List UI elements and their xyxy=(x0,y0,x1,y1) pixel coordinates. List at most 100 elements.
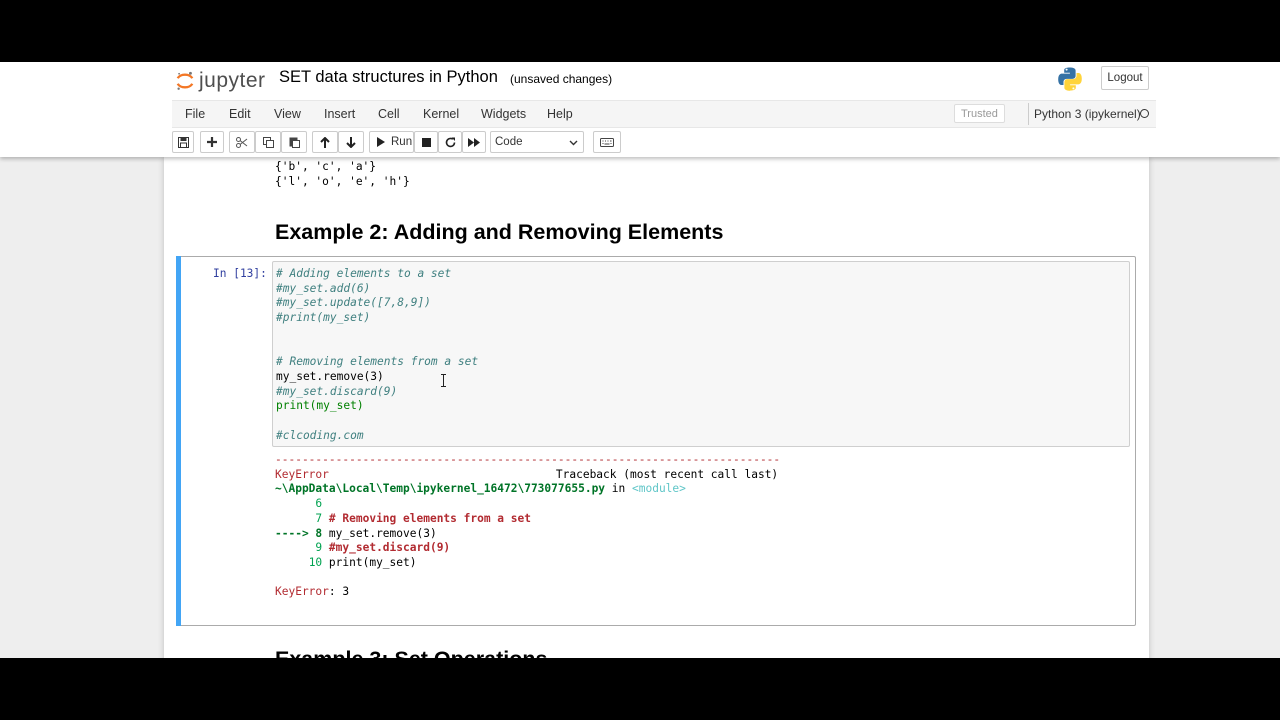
traceback-line-number: 7 xyxy=(315,511,323,525)
traceback-line: ----> 8 my_set.remove(3) xyxy=(275,527,780,542)
cut-button[interactable] xyxy=(229,131,255,153)
interrupt-button[interactable] xyxy=(414,131,438,153)
menu-kernel[interactable]: Kernel xyxy=(423,107,459,121)
cell-type-value: Code xyxy=(495,136,523,148)
copy-icon xyxy=(262,136,274,148)
notebook-title[interactable]: SET data structures in Python xyxy=(279,68,498,87)
previous-cell-output: {'b', 'c', 'a'} {'l', 'o', 'e', 'h'} xyxy=(275,160,410,189)
menu-widgets[interactable]: Widgets xyxy=(481,107,526,121)
text-cursor-icon xyxy=(441,374,446,387)
code-cell[interactable]: In [13]: # Adding elements to a set #my_s… xyxy=(176,256,1136,626)
save-status: (unsaved changes) xyxy=(510,72,613,86)
run-button[interactable]: Run xyxy=(369,131,414,153)
code-line: #print(my_set) xyxy=(276,311,371,325)
traceback-in: in xyxy=(605,482,632,496)
menu-cell[interactable]: Cell xyxy=(378,107,400,121)
plus-icon xyxy=(207,137,217,147)
kernel-idle-indicator-icon xyxy=(1140,109,1149,118)
output-line: {'l', 'o', 'e', 'h'} xyxy=(275,174,410,188)
run-label: Run xyxy=(391,136,413,148)
move-down-button[interactable] xyxy=(338,131,364,153)
traceback-separator: ----------------------------------------… xyxy=(275,453,781,466)
code-line: #clcoding.com xyxy=(276,428,364,442)
play-icon xyxy=(377,137,385,147)
arrow-down-icon xyxy=(346,136,356,148)
logout-button[interactable]: Logout xyxy=(1101,66,1149,90)
kernel-name[interactable]: Python 3 (ipykernel) xyxy=(1028,103,1141,125)
final-error-message: : 3 xyxy=(328,585,350,599)
menu-insert[interactable]: Insert xyxy=(324,107,355,121)
notebook-container: {'b', 'c', 'a'} {'l', 'o', 'e', 'h'} Exam… xyxy=(164,157,1149,658)
jupyter-wordmark: jupyter xyxy=(199,69,266,92)
code-line: # Removing elements from a set xyxy=(276,355,479,369)
save-button[interactable] xyxy=(172,131,194,153)
code-text[interactable]: # Adding elements to a set #my_set.add(6)… xyxy=(276,267,478,443)
notebook-header: jupyter SET data structures in Python (u… xyxy=(0,62,1280,157)
traceback-code: print(my_set) xyxy=(328,555,417,569)
traceback-line-number: 10 xyxy=(308,555,323,569)
traceback-arrow: ----> xyxy=(275,526,316,540)
traceback-line: 9 #my_set.discard(9) xyxy=(275,541,780,556)
traceback-line-number: 9 xyxy=(315,541,323,555)
traceback-arrow xyxy=(275,556,309,569)
traceback-line-number: 8 xyxy=(315,526,323,540)
jupyter-logo-icon xyxy=(176,71,194,90)
markdown-heading-next[interactable]: Example 3: Set Operations xyxy=(275,647,547,658)
selected-cell-indicator xyxy=(176,256,181,626)
save-icon xyxy=(177,136,189,148)
trusted-indicator[interactable]: Trusted xyxy=(954,104,1005,123)
menu-view[interactable]: View xyxy=(274,107,301,121)
code-line: #my_set.update([7,8,9]) xyxy=(276,296,431,310)
error-message-line: KeyError: 3 xyxy=(275,585,780,600)
traceback-line: 10 print(my_set) xyxy=(275,556,780,571)
code-line: # Adding elements to a set xyxy=(276,267,452,280)
code-line: #my_set.discard(9) xyxy=(276,384,398,398)
insert-cell-button[interactable] xyxy=(200,131,224,153)
jupyter-logo[interactable]: jupyter xyxy=(175,66,266,96)
traceback-arrow xyxy=(275,541,315,554)
traceback-line: 7 # Removing elements from a set xyxy=(275,512,780,527)
python-logo-icon xyxy=(1058,67,1082,91)
traceback-file-path: ~\AppData\Local\Temp\ipykernel_16472\773… xyxy=(275,482,606,496)
command-palette-button[interactable] xyxy=(593,131,621,153)
traceback-line: 6 xyxy=(275,497,780,512)
code-editor[interactable]: # Adding elements to a set #my_set.add(6)… xyxy=(272,261,1130,447)
final-error-name: KeyError xyxy=(275,585,329,599)
stop-icon xyxy=(421,137,431,147)
fast-forward-icon xyxy=(468,137,480,147)
traceback-header: Traceback (most recent call last) xyxy=(555,467,779,481)
chevron-down-icon xyxy=(569,140,578,146)
paste-icon xyxy=(289,137,300,148)
paste-button[interactable] xyxy=(281,131,307,153)
input-prompt: In [13]: xyxy=(213,267,267,280)
traceback-code: #my_set.discard(9) xyxy=(328,541,451,555)
code-line: my_set.remove(3) xyxy=(276,369,384,383)
menu-bar: File Edit View Insert Cell Kernel Widget… xyxy=(172,100,1156,128)
restart-button[interactable] xyxy=(438,131,462,153)
code-line: print(my_set) xyxy=(276,399,364,413)
error-name: KeyError xyxy=(275,467,329,481)
move-up-button[interactable] xyxy=(312,131,338,153)
toolbar: Run Code xyxy=(172,130,1156,155)
menu-file[interactable]: File xyxy=(185,107,205,121)
traceback-module: <module> xyxy=(632,482,686,496)
traceback-code: my_set.remove(3) xyxy=(328,526,437,540)
cell-type-select[interactable]: Code xyxy=(490,131,584,153)
markdown-heading[interactable]: Example 2: Adding and Removing Elements xyxy=(275,220,723,245)
keyboard-icon xyxy=(600,137,614,147)
menu-edit[interactable]: Edit xyxy=(229,107,251,121)
traceback-arrow xyxy=(275,497,315,510)
traceback-line-number: 6 xyxy=(315,497,323,511)
browser-page: jupyter SET data structures in Python (u… xyxy=(0,62,1280,658)
cell-output: ----------------------------------------… xyxy=(275,453,780,600)
code-line: #my_set.add(6) xyxy=(276,281,371,295)
restart-icon xyxy=(445,137,455,147)
menu-help[interactable]: Help xyxy=(547,107,573,121)
traceback-code: # Removing elements from a set xyxy=(328,511,531,525)
copy-button[interactable] xyxy=(255,131,281,153)
restart-run-all-button[interactable] xyxy=(462,131,486,153)
scissors-icon xyxy=(236,136,248,148)
traceback-file-line: ~\AppData\Local\Temp\ipykernel_16472\773… xyxy=(275,482,780,497)
